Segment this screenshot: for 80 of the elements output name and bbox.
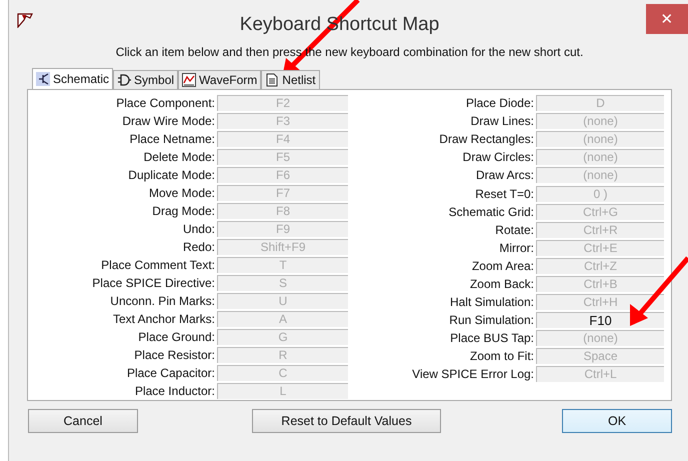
shortcut-label: Place Inductor:	[134, 384, 216, 398]
shortcut-field[interactable]: (none)	[536, 131, 664, 148]
shortcut-label: Place Ground:	[137, 330, 216, 344]
shortcut-label: Halt Simulation:	[448, 295, 535, 310]
shortcut-field[interactable]: 0 )	[536, 186, 664, 202]
shortcut-label: Delete Mode:	[142, 150, 216, 164]
shortcut-label: Drag Mode:	[151, 204, 216, 218]
annotation-arrow	[630, 256, 688, 326]
shortcut-label: Draw Wire Mode:	[121, 114, 216, 128]
shortcut-field[interactable]: Ctrl+E	[536, 240, 664, 256]
shortcut-field[interactable]: F8	[217, 203, 348, 219]
dialog-button[interactable]: Reset to Default Values	[252, 409, 441, 433]
tab[interactable]: Schematic	[32, 68, 114, 89]
shortcut-label: Place Comment Text:	[100, 258, 216, 272]
shortcut-label: Place Capacitor:	[126, 366, 216, 380]
shortcut-field[interactable]: Ctrl+G	[536, 204, 664, 220]
shortcut-label: Zoom Back:	[468, 276, 535, 291]
shortcut-field[interactable]: (none)	[536, 113, 664, 130]
shortcut-label: Draw Arcs:	[474, 168, 535, 182]
gate-icon	[117, 73, 132, 87]
close-button[interactable]: ✕	[646, 4, 688, 34]
waveform-icon	[182, 73, 196, 87]
shortcut-label: Text Anchor Marks:	[112, 312, 216, 326]
shortcut-field[interactable]: F6	[217, 167, 348, 183]
shortcut-field[interactable]: (none)	[536, 149, 664, 166]
shortcut-label: Undo:	[182, 222, 216, 236]
shortcut-label: Draw Circles:	[462, 150, 535, 164]
shortcut-field[interactable]: Ctrl+B	[536, 276, 664, 292]
shortcut-field[interactable]: F4	[217, 131, 348, 147]
shortcut-label: Rotate:	[494, 222, 535, 237]
document-icon	[265, 73, 280, 87]
shortcut-label: Reset T=0:	[474, 186, 535, 201]
shortcut-label: Place BUS Tap:	[449, 331, 535, 346]
app-logo-icon	[17, 12, 33, 28]
shortcut-field[interactable]: G	[217, 329, 348, 345]
shortcut-field[interactable]: D	[536, 95, 664, 112]
shortcut-field[interactable]: L	[217, 383, 348, 399]
shortcut-field[interactable]: S	[217, 275, 348, 291]
shortcut-label: Mirror:	[498, 240, 535, 255]
shortcut-field[interactable]: Shift+F9	[217, 239, 348, 255]
shortcut-label: Place Resistor:	[133, 348, 216, 362]
shortcut-label: View SPICE Error Log:	[411, 367, 535, 382]
shortcut-field[interactable]: Ctrl+Z	[536, 258, 664, 274]
shortcut-field[interactable]: Ctrl+R	[536, 222, 664, 238]
shortcut-label: Zoom Area:	[470, 258, 535, 273]
shortcut-label: Draw Rectangles:	[438, 132, 535, 146]
dialog-button[interactable]: OK	[562, 409, 672, 433]
dialog-button[interactable]: Cancel	[28, 409, 138, 433]
shortcut-field[interactable]: F5	[217, 149, 348, 165]
shortcut-label: Place Component:	[115, 96, 216, 110]
shortcut-field[interactable]: F2	[217, 95, 348, 111]
shortcut-label: Draw Lines:	[470, 114, 535, 128]
tab[interactable]: Netlist	[261, 70, 320, 89]
shortcut-field[interactable]: R	[217, 347, 348, 363]
transistor-icon	[36, 72, 50, 86]
shortcut-label: Schematic Grid:	[448, 204, 535, 219]
tab[interactable]: Symbol	[113, 70, 178, 89]
shortcut-field[interactable]: F3	[217, 113, 348, 129]
shortcut-field[interactable]: C	[217, 365, 348, 381]
shortcut-field[interactable]: (none)	[536, 167, 664, 184]
shortcut-field[interactable]: A	[217, 311, 348, 327]
shortcut-label: Move Mode:	[148, 186, 216, 200]
shortcut-label: Run Simulation:	[448, 313, 535, 328]
shortcut-field[interactable]: F10	[536, 312, 664, 328]
shortcut-field[interactable]: T	[217, 257, 348, 273]
shortcut-label: Unconn. Pin Marks:	[109, 294, 216, 308]
shortcut-field[interactable]: U	[217, 293, 348, 309]
shortcut-field[interactable]: Ctrl+L	[536, 366, 664, 382]
shortcut-field[interactable]: (none)	[536, 330, 664, 346]
shortcut-field[interactable]: F9	[217, 221, 348, 237]
shortcut-label: Zoom to Fit:	[468, 349, 535, 364]
shortcut-label: Redo:	[182, 240, 216, 254]
shortcut-field[interactable]: F7	[217, 185, 348, 201]
shortcut-label: Place Diode:	[464, 96, 535, 110]
shortcut-label: Place Netname:	[128, 132, 216, 146]
shortcut-field[interactable]: Space	[536, 348, 664, 364]
tab[interactable]: WaveForm	[178, 70, 262, 89]
shortcut-field[interactable]: Ctrl+H	[536, 294, 664, 310]
shortcut-label: Place SPICE Directive:	[91, 276, 216, 290]
shortcut-label: Duplicate Mode:	[127, 168, 216, 182]
